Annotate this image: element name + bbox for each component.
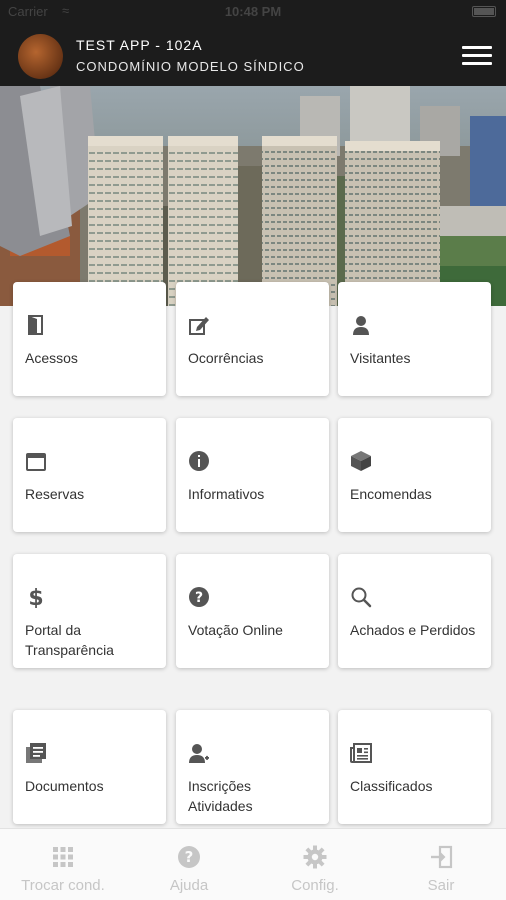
menu-card-portal-transparencia[interactable]: $ Portal da Transparência [13, 554, 166, 668]
info-icon [189, 451, 209, 471]
tab-label: Config. [291, 877, 339, 894]
tab-label: Sair [427, 877, 455, 894]
person-icon [353, 316, 369, 335]
package-icon [351, 451, 371, 471]
exit-icon [431, 845, 453, 869]
newspaper-icon [350, 743, 372, 763]
condominium-photo [0, 86, 506, 306]
menu-card-label: Informativos [188, 486, 265, 502]
dollar-icon: $ [28, 586, 43, 608]
menu-card-visitantes[interactable]: Visitantes [338, 282, 491, 396]
menu-card-acessos[interactable]: Acessos [13, 282, 166, 396]
bottom-tab-bar: Trocar cond. ? Ajuda Config. Sair [0, 828, 506, 900]
app-header: TEST APP - 102A CONDOMÍNIO MODELO SÍNDIC… [0, 24, 506, 86]
menu-card-label: Acessos [25, 350, 78, 366]
menu-card-label: Achados e Perdidos [350, 622, 476, 638]
menu-card-label: Reservas [25, 486, 85, 502]
menu-card-reservas[interactable]: Reservas [13, 418, 166, 532]
tab-label: Ajuda [169, 877, 209, 894]
menu-card-encomendas[interactable]: Encomendas [338, 418, 491, 532]
menu-card-label: Portal da Transparência [25, 622, 114, 658]
search-icon [351, 587, 372, 608]
menu-card-label: Classificados [350, 778, 433, 794]
svg-text:?: ? [185, 848, 194, 866]
tab-trocar-cond[interactable]: Trocar cond. [0, 829, 126, 900]
menu-line [462, 62, 492, 65]
grid-icon [53, 847, 73, 867]
menu-card-label: Votação Online [188, 622, 283, 638]
app-title: TEST APP - 102A [76, 37, 203, 53]
clock: 10:48 PM [224, 4, 282, 19]
menu-card-votacao-online[interactable]: ? Votação Online [176, 554, 329, 668]
menu-card-label: Ocorrências [188, 350, 264, 366]
person-plus-icon [189, 744, 209, 763]
battery-icon [472, 6, 496, 17]
menu-card-classificados[interactable]: Classificados [338, 710, 491, 824]
menu-card-inscricoes-atividades[interactable]: Inscrições Atividades [176, 710, 329, 824]
gear-icon [303, 845, 327, 869]
svg-text:$: $ [28, 586, 43, 608]
tab-sair[interactable]: Sair [378, 829, 504, 900]
tab-ajuda[interactable]: ? Ajuda [126, 829, 252, 900]
menu-card-label: Documentos [25, 778, 104, 794]
menu-card-documentos[interactable]: Documentos [13, 710, 166, 824]
menu-card-ocorrencias[interactable]: Ocorrências [176, 282, 329, 396]
condo-avatar[interactable] [18, 34, 63, 79]
menu-card-achados-perdidos[interactable]: Achados e Perdidos [338, 554, 491, 668]
status-bar: Carrier ≈ 10:48 PM [0, 0, 506, 24]
menu-card-label: Inscrições Atividades [188, 778, 253, 814]
menu-line [462, 54, 492, 57]
door-icon [28, 315, 43, 335]
tab-label: Trocar cond. [21, 877, 105, 894]
condo-name: CONDOMÍNIO MODELO SÍNDICO [76, 59, 305, 74]
documents-icon [26, 743, 46, 763]
help-icon: ? [178, 846, 200, 868]
question-icon: ? [189, 587, 209, 607]
menu-card-informativos[interactable]: Informativos [176, 418, 329, 532]
hamburger-menu-button[interactable] [462, 46, 492, 66]
calendar-icon [26, 453, 46, 471]
city-skyline-image [0, 86, 506, 306]
edit-icon [189, 317, 209, 335]
menu-line [462, 46, 492, 49]
svg-text:?: ? [195, 590, 203, 606]
menu-card-label: Visitantes [350, 350, 411, 366]
menu-card-label: Encomendas [350, 486, 432, 502]
tab-config[interactable]: Config. [252, 829, 378, 900]
